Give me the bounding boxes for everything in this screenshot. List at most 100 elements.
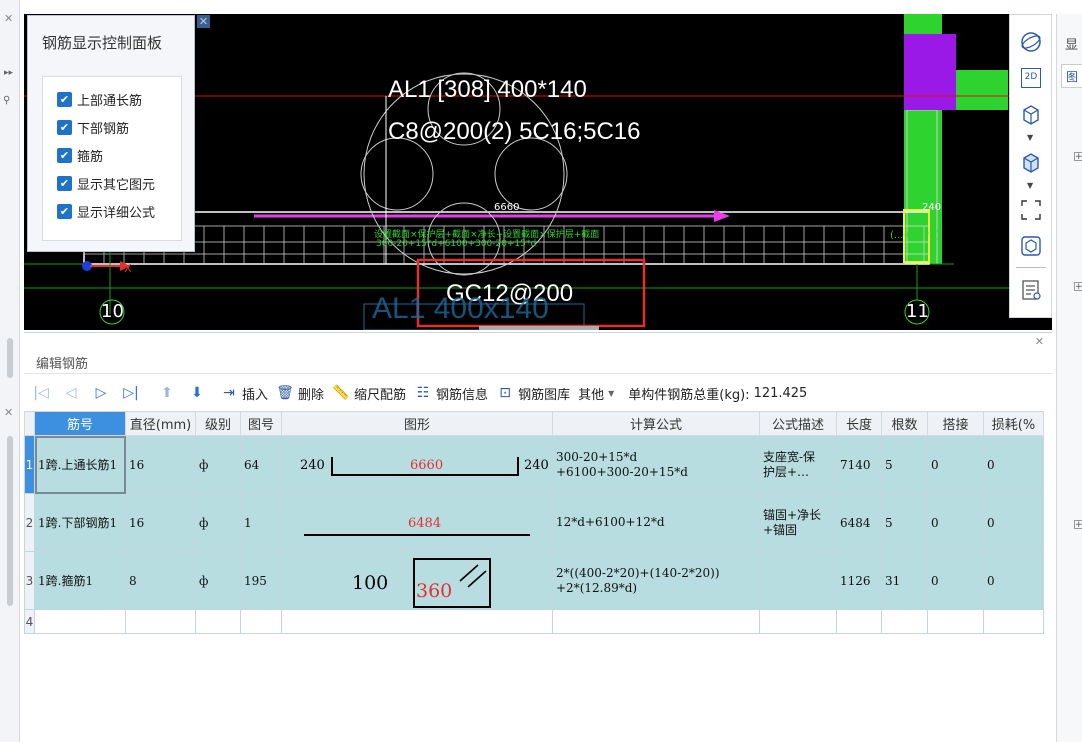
shape-cell[interactable]: 100 360: [281, 551, 553, 610]
expand-icon[interactable]: ▸▸: [4, 68, 13, 78]
row-number[interactable]: 3: [24, 551, 35, 610]
column-header[interactable]: 级别: [195, 411, 241, 436]
column-header[interactable]: 计算公式: [552, 411, 760, 436]
checkbox-icon[interactable]: ✔: [57, 92, 72, 107]
insert-button[interactable]: ⇥ 插入: [220, 384, 268, 403]
table-cell[interactable]: [34, 609, 126, 634]
checkbox-icon[interactable]: ✔: [57, 176, 72, 191]
shape-cell[interactable]: 240 6660 240: [281, 435, 553, 494]
row-number[interactable]: 2: [24, 493, 35, 552]
close-icon[interactable]: ✕: [197, 15, 210, 28]
2d-view-icon[interactable]: 2D: [1018, 65, 1044, 91]
checkbox-icon[interactable]: ✔: [57, 148, 72, 163]
column-header[interactable]: 长度: [836, 411, 882, 436]
length-cell[interactable]: 6484: [836, 493, 882, 552]
column-header[interactable]: 损耗(%: [983, 411, 1044, 436]
lap-cell[interactable]: 0: [927, 493, 984, 552]
grade-cell[interactable]: ф: [195, 493, 241, 552]
column-header[interactable]: 根数: [881, 411, 928, 436]
table-cell[interactable]: [983, 609, 1044, 634]
diameter-cell[interactable]: 16: [125, 435, 196, 494]
table-cell[interactable]: [195, 609, 241, 634]
display-option-checkbox[interactable]: ✔ 下部钢筋: [57, 118, 129, 137]
column-header[interactable]: 搭接: [927, 411, 984, 436]
report-icon[interactable]: [1018, 277, 1044, 303]
orbit-icon[interactable]: [1018, 29, 1044, 55]
formula-description-cell[interactable]: 支座宽-保 护层+…: [759, 435, 837, 494]
expand-icon[interactable]: +: [1074, 282, 1082, 292]
table-cell[interactable]: [240, 609, 282, 634]
display-option-checkbox[interactable]: ✔ 上部通长筋: [57, 90, 142, 109]
count-cell[interactable]: 31: [881, 551, 928, 610]
scrollbar[interactable]: [7, 436, 13, 606]
cube-settings-icon[interactable]: [1018, 233, 1044, 259]
length-cell[interactable]: 1126: [836, 551, 882, 610]
scale-rebar-button[interactable]: 📏 缩尺配筋: [332, 384, 406, 403]
diameter-cell[interactable]: 8: [125, 551, 196, 610]
display-option-checkbox[interactable]: ✔ 箍筋: [57, 146, 103, 165]
table-cell[interactable]: [125, 609, 196, 634]
loss-cell[interactable]: 0: [983, 551, 1044, 610]
formula-cell[interactable]: 12*d+6100+12*d: [552, 493, 760, 552]
next-record-icon[interactable]: ▷: [86, 385, 116, 401]
close-icon[interactable]: ✕: [1035, 335, 1044, 348]
rebar-name-cell[interactable]: 1跨.上通长筋1: [34, 435, 126, 494]
shape-cell[interactable]: 6484: [281, 493, 553, 552]
display-option-checkbox[interactable]: ✔ 显示详细公式: [57, 202, 155, 221]
row-number[interactable]: 4: [24, 609, 35, 634]
count-cell[interactable]: 5: [881, 435, 928, 494]
lap-cell[interactable]: 0: [927, 551, 984, 610]
chevron-down-icon[interactable]: ▼: [1027, 181, 1033, 190]
loss-cell[interactable]: 0: [983, 493, 1044, 552]
close-icon[interactable]: ✕: [4, 12, 13, 25]
table-row[interactable]: 3 1跨.箍筋1 8 ф 195 100 360 2*((400-2*20)+(140-2*2…: [24, 551, 1044, 610]
table-row[interactable]: 1 1跨.上通长筋1 16 ф 64 240 6660 240 300-20+15*d +6100…: [24, 435, 1044, 494]
selection-frame-icon[interactable]: [1018, 197, 1044, 223]
grade-cell[interactable]: ф: [195, 551, 241, 610]
row-number[interactable]: 1: [24, 435, 35, 494]
table-cell[interactable]: [759, 609, 837, 634]
move-up-icon[interactable]: ⬆: [152, 385, 182, 401]
expand-icon[interactable]: +: [1074, 152, 1082, 162]
checkbox-icon[interactable]: ✔: [57, 204, 72, 219]
shape-no-cell[interactable]: 195: [240, 551, 282, 610]
rebar-name-cell[interactable]: 1跨.下部钢筋1: [34, 493, 126, 552]
table-cell[interactable]: [552, 609, 760, 634]
column-header[interactable]: 直径(mm): [125, 411, 196, 436]
shape-no-cell[interactable]: 64: [240, 435, 282, 494]
table-cell[interactable]: [281, 609, 553, 634]
other-menu-button[interactable]: 其他 ▼: [578, 384, 614, 403]
lap-cell[interactable]: 0: [927, 435, 984, 494]
column-header[interactable]: 筋号: [34, 411, 126, 436]
loss-cell[interactable]: 0: [983, 435, 1044, 494]
chevron-down-icon[interactable]: ▼: [1027, 133, 1033, 142]
table-row[interactable]: 4: [24, 609, 1044, 634]
column-header[interactable]: 公式描述: [759, 411, 837, 436]
rebar-name-cell[interactable]: 1跨.箍筋1: [34, 551, 126, 610]
last-record-icon[interactable]: ▷|: [116, 385, 146, 401]
diameter-cell[interactable]: 16: [125, 493, 196, 552]
table-row[interactable]: 2 1跨.下部钢筋1 16 ф 1 6484 12*d+6100+12*d 锚固+净长 +锚固 6…: [24, 493, 1044, 552]
table-cell[interactable]: [836, 609, 882, 634]
delete-button[interactable]: 🗑 删除: [276, 384, 324, 403]
rebar-library-button[interactable]: ⊡ 钢筋图库: [496, 384, 570, 403]
column-header[interactable]: 图号: [240, 411, 282, 436]
display-option-checkbox[interactable]: ✔ 显示其它图元: [57, 174, 155, 193]
count-cell[interactable]: 5: [881, 493, 928, 552]
box-solid-icon[interactable]: [1018, 149, 1044, 175]
table-cell[interactable]: [881, 609, 928, 634]
formula-description-cell[interactable]: [759, 551, 837, 610]
grade-cell[interactable]: ф: [195, 435, 241, 494]
rebar-info-button[interactable]: ☷ 钢筋信息: [414, 384, 488, 403]
first-record-icon[interactable]: |◁: [26, 385, 56, 401]
formula-cell[interactable]: 2*((400-2*20)+(140-2*20)) +2*(12.89*d): [552, 551, 760, 610]
formula-cell[interactable]: 300-20+15*d +6100+300-20+15*d: [552, 435, 760, 494]
close-icon[interactable]: ✕: [4, 406, 13, 419]
length-cell[interactable]: 7140: [836, 435, 882, 494]
box-wire-icon[interactable]: [1018, 101, 1044, 127]
search-icon[interactable]: ⚲: [3, 95, 10, 106]
shape-no-cell[interactable]: 1: [240, 493, 282, 552]
move-down-icon[interactable]: ⬇: [182, 385, 212, 401]
expand-icon[interactable]: +: [1074, 520, 1082, 530]
previous-record-icon[interactable]: ◁: [56, 385, 86, 401]
